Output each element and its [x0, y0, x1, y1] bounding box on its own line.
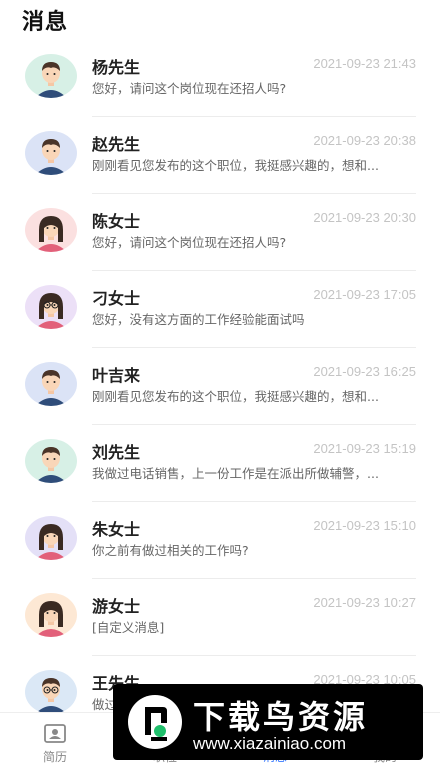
avatar[interactable] [25, 516, 77, 560]
watermark-url: www.xiazainiao.com [193, 734, 347, 753]
message-preview: 你之前有做过相关的工作吗? [92, 543, 249, 558]
message-list: 杨先生 2021-09-23 21:43 您好，请问这个岗位现在还招人吗? 赵先生 20… [0, 40, 440, 733]
sender-name: 叶吉来 [92, 366, 141, 385]
female-avatar-icon [25, 593, 77, 637]
message-preview: 您好，请问这个岗位现在还招人吗? [92, 81, 287, 96]
avatar[interactable] [25, 54, 77, 98]
female-avatar-icon [25, 208, 77, 252]
female-glasses-avatar-icon [25, 285, 77, 329]
message-row[interactable]: 叶吉来 2021-09-23 16:25 刚刚看见您发布的这个职位，我挺感兴趣的，想… [0, 348, 440, 425]
message-timestamp: 2021-09-23 20:30 [313, 210, 416, 225]
avatar[interactable] [25, 670, 77, 714]
message-preview: 刚刚看见您发布的这个职位，我挺感兴趣的，想和... [92, 389, 379, 404]
sender-name: 朱女士 [92, 520, 141, 539]
message-timestamp: 2021-09-23 15:19 [313, 441, 416, 456]
message-preview: 我做过电话销售，上一份工作是在派出所做辅警，... [92, 466, 379, 481]
page-title: 消息 [22, 10, 69, 35]
message-preview: [自定义消息] [92, 620, 165, 635]
sender-name: 杨先生 [92, 58, 141, 77]
male-avatar-icon [25, 54, 77, 98]
watermark-title: 下载鸟资源 [193, 698, 369, 736]
message-timestamp: 2021-09-23 21:43 [313, 56, 416, 71]
message-row[interactable]: 杨先生 2021-09-23 21:43 您好，请问这个岗位现在还招人吗? [0, 40, 440, 117]
male-avatar-icon [25, 362, 77, 406]
avatar[interactable] [25, 208, 77, 252]
message-timestamp: 2021-09-23 17:05 [313, 287, 416, 302]
sender-name: 陈女士 [92, 212, 141, 231]
message-preview: 您好，请问这个岗位现在还招人吗? [92, 235, 287, 250]
watermark-banner: 下载鸟资源 www.xiazainiao.com [113, 684, 423, 760]
tab-resume[interactable]: 简历 [0, 713, 110, 770]
avatar[interactable] [25, 362, 77, 406]
female-avatar-icon [25, 516, 77, 560]
message-row[interactable]: 刁女士 2021-09-23 17:05 您好，没有这方面的工作经验能面试吗 [0, 271, 440, 348]
message-preview: 您好，没有这方面的工作经验能面试吗 [92, 312, 305, 327]
male-glasses-avatar-icon [25, 670, 77, 714]
male-avatar-icon [25, 131, 77, 175]
message-preview: 刚刚看见您发布的这个职位，我挺感兴趣的，想和... [92, 158, 379, 173]
message-row[interactable]: 刘先生 2021-09-23 15:19 我做过电话销售，上一份工作是在派出所做辅警… [0, 425, 440, 502]
avatar[interactable] [25, 439, 77, 483]
bird-logo-icon [128, 695, 182, 749]
message-row[interactable]: 朱女士 2021-09-23 15:10 你之前有做过相关的工作吗? [0, 502, 440, 579]
male-avatar-icon [25, 439, 77, 483]
message-row[interactable]: 赵先生 2021-09-23 20:38 刚刚看见您发布的这个职位，我挺感兴趣的，想… [0, 117, 440, 194]
message-timestamp: 2021-09-23 16:25 [313, 364, 416, 379]
avatar[interactable] [25, 131, 77, 175]
avatar[interactable] [25, 593, 77, 637]
sender-name: 游女士 [92, 597, 141, 616]
message-timestamp: 2021-09-23 10:27 [313, 595, 416, 610]
sender-name: 赵先生 [92, 135, 141, 154]
sender-name: 刁女士 [92, 289, 141, 308]
avatar[interactable] [25, 285, 77, 329]
sender-name: 刘先生 [92, 443, 141, 462]
message-timestamp: 2021-09-23 15:10 [313, 518, 416, 533]
message-timestamp: 2021-09-23 20:38 [313, 133, 416, 148]
resume-icon [44, 724, 66, 743]
message-row[interactable]: 游女士 2021-09-23 10:27 [自定义消息] [0, 579, 440, 656]
message-row[interactable]: 陈女士 2021-09-23 20:30 您好，请问这个岗位现在还招人吗? [0, 194, 440, 271]
tab-resume-label: 简历 [42, 750, 67, 764]
